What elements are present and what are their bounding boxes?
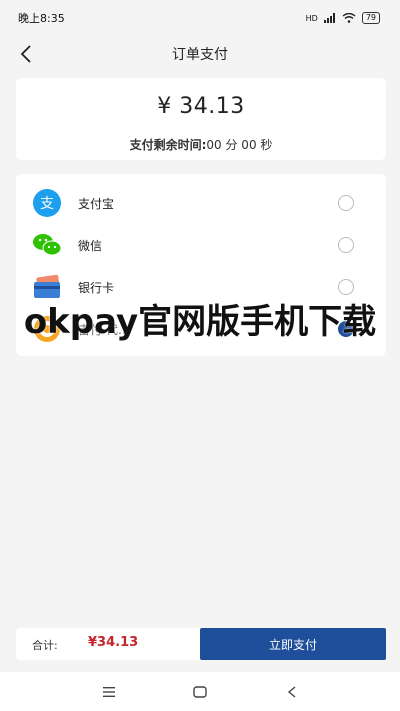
svg-text:支: 支: [40, 196, 54, 212]
back-triangle-icon: [287, 686, 296, 698]
system-back-button[interactable]: [284, 684, 300, 700]
network-indicator: HD: [305, 13, 318, 23]
home-button[interactable]: [192, 684, 208, 700]
method-label: 银行卡: [78, 280, 115, 295]
top-nav: 订单支付: [0, 36, 400, 72]
page-title: 订单支付: [172, 47, 228, 63]
method-label: 微信: [78, 238, 103, 253]
radio-bank-card[interactable]: [338, 279, 354, 295]
menu-icon: [103, 687, 115, 697]
home-icon: [193, 686, 207, 698]
battery-icon: 79: [361, 12, 380, 24]
signal-icon: [323, 13, 335, 23]
watermark-text: okpay官网版手机下载: [23, 302, 377, 342]
countdown-value: 00 分 00 秒: [206, 138, 273, 152]
total-amount: ¥34.13: [88, 635, 139, 650]
order-amount-card: ¥ 34.13 支付剩余时间:00 分 00 秒: [16, 78, 386, 160]
back-button[interactable]: [14, 40, 38, 68]
status-icons: HD 79: [306, 12, 380, 24]
checkout-bar: 合计: ¥34.13 立即支付: [16, 628, 386, 660]
radio-alipay[interactable]: [338, 195, 354, 211]
wechat-icon: [32, 230, 62, 260]
method-label: 支付宝: [78, 196, 115, 211]
chevron-left-icon: [20, 45, 31, 63]
countdown-label: 支付剩余时间:: [129, 138, 207, 152]
status-time: 晚上8:35: [18, 12, 65, 25]
status-bar: 晚上8:35 HD 79: [0, 0, 400, 36]
order-amount: ¥ 34.13: [157, 94, 245, 119]
pay-now-button[interactable]: 立即支付: [200, 628, 386, 660]
payment-method-wechat[interactable]: 微信: [16, 224, 386, 266]
total-label: 合计:: [32, 639, 58, 652]
alipay-icon: 支: [32, 188, 62, 218]
wifi-icon: [342, 13, 356, 23]
radio-wechat[interactable]: [338, 237, 354, 253]
payment-countdown: 支付剩余时间:00 分 00 秒: [16, 136, 386, 153]
system-nav-bar: [0, 672, 400, 711]
menu-button[interactable]: [101, 684, 117, 700]
payment-method-alipay[interactable]: 支 支付宝: [16, 182, 386, 224]
